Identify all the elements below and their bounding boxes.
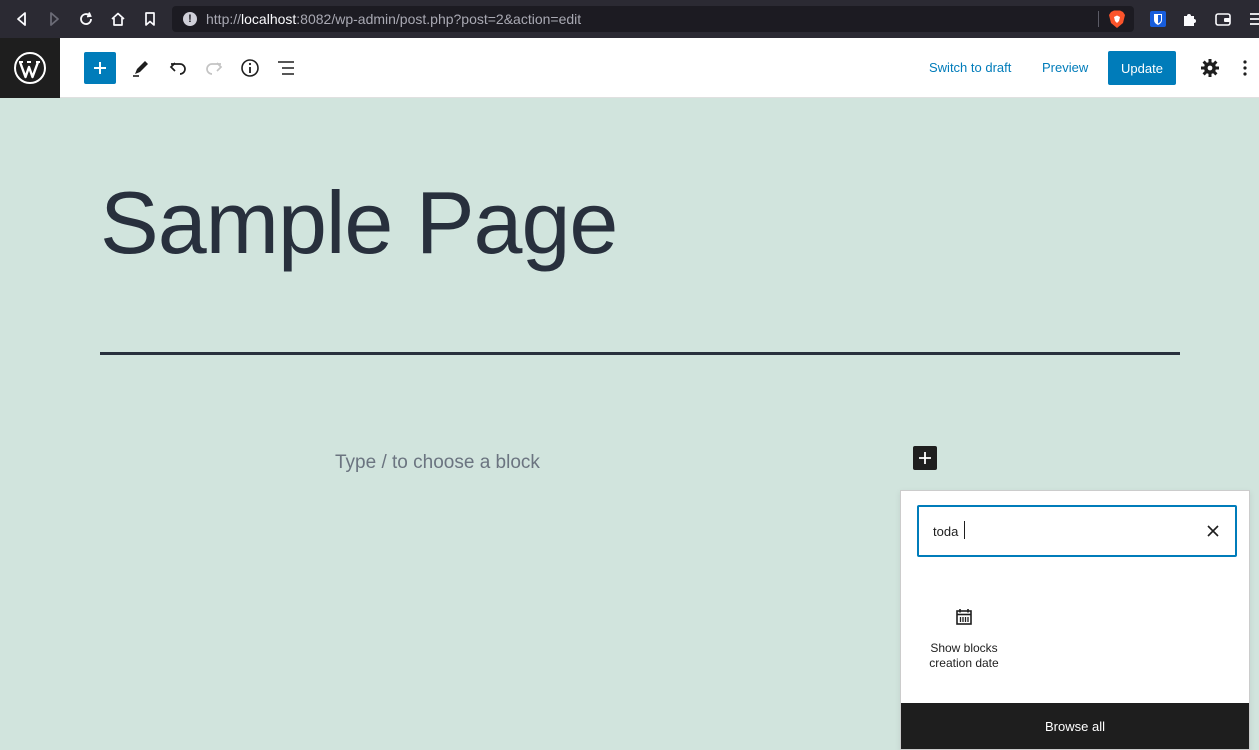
editor-header: Switch to draft Preview Update	[0, 38, 1259, 98]
calendar-icon	[952, 605, 976, 629]
add-block-icon	[94, 62, 106, 74]
info-icon[interactable]: !	[183, 12, 197, 26]
pen-icon	[133, 61, 148, 77]
redo-icon	[206, 62, 223, 75]
forward-icon	[50, 12, 59, 26]
brave-shield-icon[interactable]	[1107, 9, 1127, 29]
url-text: http://localhost:8082/wp-admin/post.php?…	[206, 11, 582, 27]
wordpress-icon	[14, 52, 46, 84]
wallet-icon[interactable]	[1214, 10, 1232, 28]
url-divider	[1098, 11, 1099, 27]
reload-button[interactable]	[70, 0, 102, 38]
preview-button[interactable]: Preview	[1042, 60, 1088, 75]
block-inserter-popover: Show blocks creation date Browse all	[900, 490, 1250, 750]
bookmark-icon	[145, 12, 155, 26]
inline-add-block-button[interactable]	[913, 446, 937, 470]
bookmark-button[interactable]	[134, 0, 166, 38]
redo-button[interactable]	[198, 52, 230, 84]
clear-search-button[interactable]	[1203, 521, 1223, 541]
plus-icon	[919, 452, 931, 464]
home-icon	[111, 12, 125, 26]
details-button[interactable]	[234, 52, 266, 84]
undo-icon	[169, 62, 186, 75]
bitwarden-icon[interactable]	[1149, 10, 1167, 28]
settings-button[interactable]	[1194, 52, 1226, 84]
info-icon	[241, 59, 259, 77]
text-caret	[964, 521, 965, 539]
block-result-label: Show blocks creation date	[929, 641, 999, 670]
browser-toolbar: ! http://localhost:8082/wp-admin/post.ph…	[0, 0, 1259, 38]
forward-button[interactable]	[38, 0, 70, 38]
wordpress-logo-button[interactable]	[0, 38, 60, 98]
block-search-field[interactable]	[917, 505, 1237, 557]
menu-icon[interactable]	[1248, 10, 1259, 28]
options-button[interactable]	[1229, 52, 1259, 84]
back-icon	[17, 12, 26, 26]
switch-to-draft-button[interactable]: Switch to draft	[929, 60, 1011, 75]
post-title[interactable]: Sample Page	[100, 172, 618, 274]
list-view-button[interactable]	[270, 52, 302, 84]
update-button[interactable]: Update	[1108, 51, 1176, 85]
close-icon	[1207, 525, 1219, 537]
separator-block[interactable]	[100, 352, 1180, 355]
list-view-icon	[278, 61, 294, 75]
address-bar[interactable]: ! http://localhost:8082/wp-admin/post.ph…	[172, 6, 1134, 32]
block-result-show-blocks-creation-date[interactable]: Show blocks creation date	[917, 595, 1011, 685]
more-icon	[1243, 60, 1247, 76]
add-block-button[interactable]	[84, 52, 116, 84]
home-button[interactable]	[102, 0, 134, 38]
block-placeholder[interactable]: Type / to choose a block	[335, 452, 540, 474]
reload-icon	[80, 12, 92, 25]
tools-button[interactable]	[125, 52, 157, 84]
back-button[interactable]	[6, 0, 38, 38]
extensions-icon[interactable]	[1181, 10, 1199, 28]
settings-icon	[1201, 59, 1219, 77]
browse-all-button[interactable]: Browse all	[901, 703, 1249, 749]
undo-button[interactable]	[162, 52, 194, 84]
block-search-input[interactable]	[933, 521, 1193, 541]
